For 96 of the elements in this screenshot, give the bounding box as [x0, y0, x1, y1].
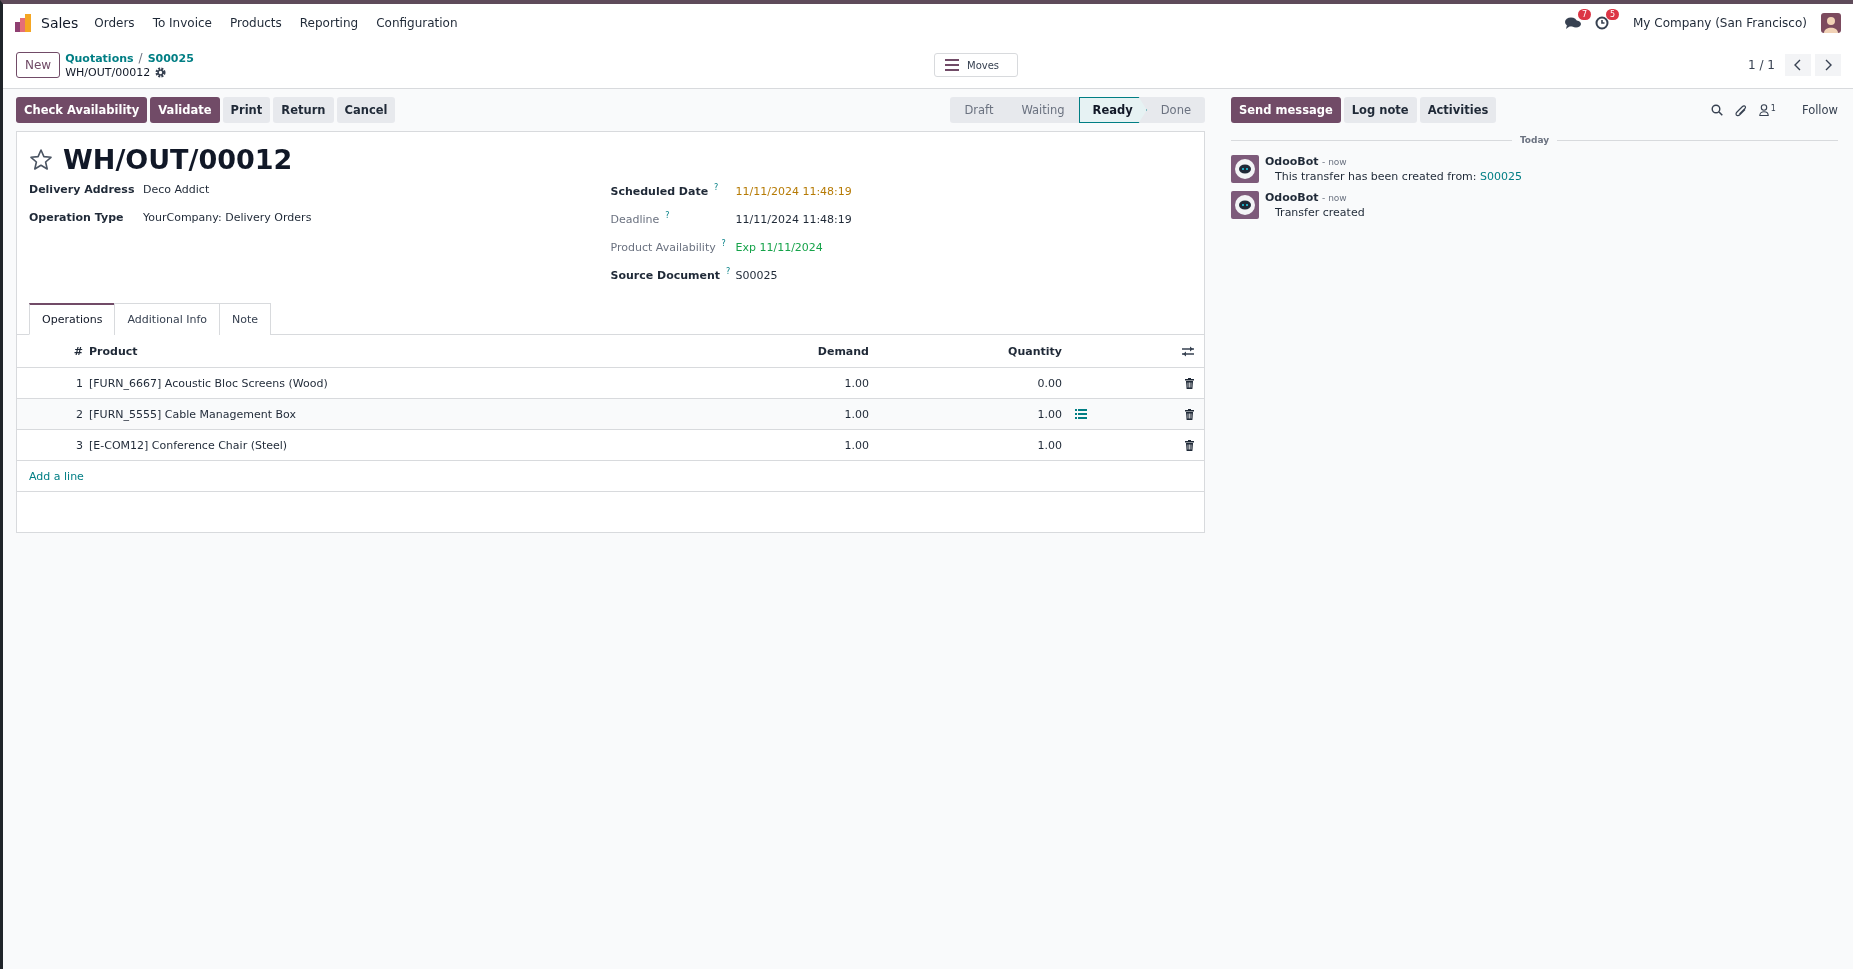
notification-badge: 7 — [1577, 9, 1591, 20]
hamburger-icon — [945, 59, 959, 71]
notebook-tab[interactable]: Note — [219, 303, 272, 335]
trash-icon[interactable] — [1185, 377, 1194, 389]
new-button[interactable]: New — [16, 52, 61, 78]
action-button[interactable]: Cancel — [336, 97, 396, 123]
robot-avatar-icon — [1231, 155, 1259, 183]
trash-icon[interactable] — [1185, 408, 1194, 420]
help-tooltip[interactable]: ? — [721, 239, 726, 248]
notebook-tab[interactable]: Additional Info — [114, 303, 221, 335]
chatter-button[interactable]: Log note — [1343, 97, 1417, 123]
bar-chart-logo-icon[interactable] — [15, 14, 33, 32]
table-row[interactable]: 2 [FURN_5555] Cable Management Box 1.00 1.00 — [17, 399, 1204, 430]
message-author[interactable]: OdooBot — [1265, 155, 1319, 168]
user-avatar-icon[interactable] — [1821, 13, 1841, 33]
breadcrumb-link[interactable]: S00025 — [147, 51, 194, 65]
field-label: Operation Type — [29, 211, 125, 224]
action-button[interactable]: Return — [273, 97, 334, 123]
quantity-cell[interactable]: 1.00 — [869, 438, 1062, 452]
column-header[interactable]: Demand — [639, 344, 869, 358]
action-button[interactable]: Check Availability — [16, 97, 148, 123]
help-tooltip[interactable]: ? — [725, 267, 731, 276]
chatter-button[interactable]: Activities — [1419, 97, 1497, 123]
demand-cell[interactable]: 1.00 — [639, 376, 869, 390]
quantity-cell[interactable]: 0.00 — [869, 376, 1062, 390]
star-icon[interactable] — [29, 147, 53, 172]
pager-value[interactable]: 1 / 1 — [1748, 58, 1775, 72]
message-time: - now — [1322, 193, 1347, 203]
message-text: This transfer has been created from: S00025 — [1275, 170, 1523, 183]
field-label: Deadline — [610, 213, 660, 226]
gear-icon[interactable] — [155, 67, 167, 78]
product-cell[interactable]: [E-COM12] Conference Chair (Steel) — [89, 438, 639, 452]
previous-button[interactable] — [1785, 54, 1811, 76]
robot-avatar-icon — [1231, 191, 1259, 219]
field-value[interactable]: 11/11/2024 11:48:19 — [735, 185, 852, 198]
column-header[interactable]: Quantity — [869, 344, 1062, 358]
breadcrumb-link[interactable]: Quotations — [65, 51, 134, 65]
field-value[interactable]: 11/11/2024 11:48:19 — [735, 213, 852, 226]
status-step[interactable]: Done — [1146, 97, 1205, 123]
quantity-cell[interactable]: 1.00 — [869, 407, 1062, 421]
company-switcher[interactable]: My Company (San Francisco) — [1633, 16, 1807, 30]
detailed-operations-icon[interactable] — [1075, 409, 1087, 419]
action-button[interactable]: Validate — [150, 97, 220, 123]
search-icon[interactable] — [1710, 104, 1723, 116]
add-line-link[interactable]: Add a line — [29, 469, 84, 483]
row-number: 1 — [75, 376, 84, 390]
follow-button[interactable]: Follow — [1801, 103, 1838, 117]
menu-item[interactable]: Orders — [94, 16, 135, 30]
message-author[interactable]: OdooBot — [1265, 191, 1319, 204]
record-link[interactable]: S00025 — [1480, 170, 1523, 183]
help-tooltip[interactable]: ? — [665, 211, 670, 220]
row-number: 2 — [75, 407, 84, 421]
trash-icon[interactable] — [1185, 439, 1194, 451]
column-settings-icon[interactable] — [1182, 345, 1194, 357]
field-label: Source Document — [610, 269, 721, 282]
chevron-left-icon — [1794, 59, 1802, 71]
help-tooltip[interactable]: ? — [714, 183, 719, 192]
followers-count[interactable]: 1 — [1770, 104, 1776, 113]
field-value[interactable]: S00025 — [735, 269, 778, 282]
message-time: - now — [1322, 157, 1347, 167]
demand-cell[interactable]: 1.00 — [639, 438, 869, 452]
column-header[interactable]: Product — [89, 344, 639, 358]
menu-item[interactable]: Products — [230, 16, 282, 30]
menu-item[interactable]: Configuration — [376, 16, 458, 30]
demand-cell[interactable]: 1.00 — [639, 407, 869, 421]
field-value[interactable]: YourCompany: Delivery Orders — [143, 211, 312, 224]
menu-item[interactable]: Reporting — [299, 16, 359, 30]
date-separator: Today — [1519, 135, 1550, 145]
chevron-right-icon — [1824, 59, 1832, 71]
table-row[interactable]: 3 [E-COM12] Conference Chair (Steel) 1.00 1.00 — [17, 430, 1204, 461]
notification-badge: 5 — [1605, 9, 1619, 20]
chat-bubbles-icon[interactable] — [1565, 16, 1581, 30]
status-step[interactable]: Ready — [1078, 97, 1147, 123]
field-label: Delivery Address — [29, 183, 136, 196]
product-cell[interactable]: [FURN_5555] Cable Management Box — [89, 407, 639, 421]
user-icon[interactable] — [1758, 104, 1769, 116]
record-breadcrumb: WH/OUT/00012 — [65, 66, 151, 79]
field-value[interactable]: Deco Addict — [143, 183, 210, 196]
action-button[interactable]: Print — [222, 97, 271, 123]
clock-icon[interactable] — [1595, 16, 1609, 30]
moves-button[interactable]: Moves — [934, 53, 1019, 77]
product-cell[interactable]: [FURN_6667] Acoustic Bloc Screens (Wood) — [89, 376, 639, 390]
status-step[interactable]: Waiting — [1007, 97, 1079, 123]
breadcrumb-separator: / — [138, 51, 143, 65]
menu-item[interactable]: To Invoice — [152, 16, 212, 30]
app-name[interactable]: Sales — [41, 15, 79, 31]
chatter-button[interactable]: Send message — [1231, 97, 1341, 123]
field-label: Product Availability — [610, 241, 716, 254]
status-step[interactable]: Draft — [950, 97, 1008, 123]
column-header: # — [72, 344, 84, 358]
notebook-tab[interactable]: Operations — [29, 303, 116, 335]
row-number: 3 — [75, 438, 84, 452]
paperclip-icon[interactable] — [1734, 103, 1747, 117]
record-title: WH/OUT/00012 — [63, 144, 293, 175]
field-label: Scheduled Date — [610, 185, 709, 198]
message-text: Transfer created — [1275, 206, 1365, 219]
